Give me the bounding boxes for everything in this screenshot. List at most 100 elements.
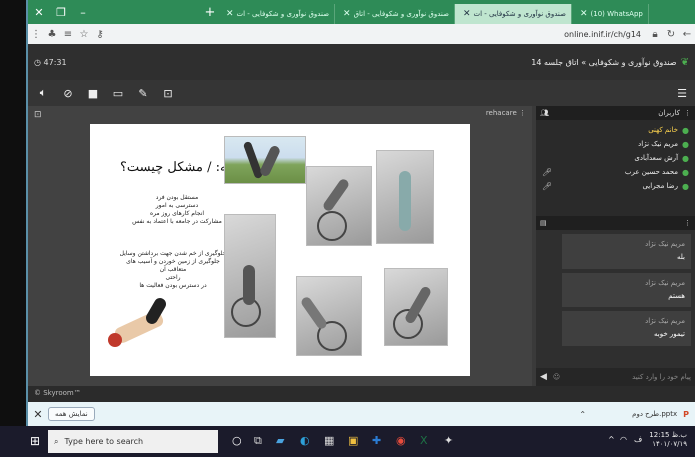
meeting-header: ◷ 47:31 صندوق نوآوری و شکوفایی » اتاق جل… bbox=[28, 44, 695, 80]
tab-1[interactable]: ✕ صندوق نوآوری و شکوفایی - ات bbox=[218, 4, 336, 24]
clock[interactable]: 12:15 ب.ظ ۱۴۰۱/۰۷/۱۹ bbox=[649, 431, 687, 449]
back-icon[interactable]: ← bbox=[679, 29, 695, 40]
chat-icon: ▤ bbox=[540, 219, 547, 227]
send-icon[interactable]: ◀ bbox=[540, 372, 547, 382]
windows-start-icon[interactable]: ⊞ bbox=[30, 434, 40, 448]
tab-2[interactable]: ✕ صندوق نوآوری و شکوفایی - اتاق bbox=[335, 4, 455, 24]
close-tab-icon[interactable]: ✕ bbox=[580, 9, 588, 19]
chat-sender: مریم نیک نژاد bbox=[645, 240, 685, 248]
bookmark-star-icon[interactable]: ☆ bbox=[76, 29, 92, 40]
kebab-menu-icon[interactable]: ⋮ bbox=[28, 29, 44, 40]
speaker-icon[interactable]: 🔈︎ bbox=[36, 86, 50, 100]
download-item[interactable]: ⌃ طرح دوم.pptx P bbox=[579, 410, 689, 419]
search-icon: ⌕ bbox=[54, 436, 59, 446]
task-view-icon[interactable]: ⧉ bbox=[254, 434, 262, 448]
file-upload-icon[interactable]: ⊡ bbox=[161, 87, 175, 100]
user-row[interactable]: 🎤︎ رضا مجرایی ● bbox=[536, 179, 695, 193]
mic-muted-icon[interactable]: ⊘ bbox=[61, 87, 75, 100]
store-icon[interactable]: ▣ bbox=[348, 434, 358, 447]
tab-3-active[interactable]: ✕ صندوق نوآوری و شکوفایی - ات bbox=[454, 4, 572, 24]
slide: بیان مساله: / مشکل چیست؟ مستقل بودن فرد … bbox=[90, 124, 470, 376]
chat-message: مریم نیک نژاد تیمور خوبه bbox=[562, 311, 691, 346]
wifi-icon[interactable]: ◠ bbox=[620, 435, 627, 444]
chat-input[interactable]: ◀ ☺ پیام خود را وارد کنید bbox=[536, 368, 695, 386]
excel-icon[interactable]: X bbox=[420, 434, 428, 447]
chevron-up-icon[interactable]: ⌃ bbox=[579, 410, 586, 419]
tab-whatsapp[interactable]: ✕ (10) WhatsApp bbox=[572, 4, 649, 24]
fullscreen-icon[interactable]: ⊡ bbox=[34, 110, 42, 120]
minimize-window-icon[interactable]: – bbox=[72, 6, 94, 19]
user-name: محمد حسین عرب bbox=[624, 168, 679, 176]
restore-window-icon[interactable]: ❐ bbox=[50, 6, 72, 19]
tab-label: (10) WhatsApp bbox=[590, 10, 643, 18]
photo-wheelchair-reaching bbox=[306, 166, 372, 246]
windows-taskbar: ⊞ ⌕ Type here to search ○ ⧉ ▰ ◐ ▦ ▣ ✚ ◉ … bbox=[0, 426, 695, 457]
key-icon[interactable]: ⚷ bbox=[92, 29, 108, 40]
close-tab-icon[interactable]: ✕ bbox=[226, 9, 234, 19]
users-panel-title: کاربران bbox=[658, 109, 680, 117]
close-tab-icon[interactable]: ✕ bbox=[343, 9, 351, 19]
reload-icon[interactable]: ↻ bbox=[663, 29, 679, 40]
user-icon: ● bbox=[682, 167, 689, 177]
lock-icon: 🔒︎ bbox=[652, 28, 658, 40]
bullet: دسترسی به امور bbox=[155, 202, 199, 210]
bullet: جلوگیری از خم شدن جهت برداشتن وسایل bbox=[119, 250, 227, 257]
close-tab-icon[interactable]: ✕ bbox=[463, 9, 471, 19]
clock-date: ۱۴۰۱/۰۷/۱۹ bbox=[652, 440, 687, 449]
tab-label: صندوق نوآوری و شکوفایی - اتاق bbox=[353, 10, 449, 18]
show-all-button[interactable]: نمایش همه bbox=[48, 407, 95, 421]
chrome-icon[interactable]: ◉ bbox=[396, 434, 406, 447]
user-row[interactable]: مریم نیک نژاد ● bbox=[536, 137, 695, 151]
close-window-icon[interactable]: ✕ bbox=[28, 6, 50, 19]
figure-shape bbox=[258, 144, 282, 178]
app-icon[interactable]: ✦ bbox=[444, 434, 453, 447]
photo-reaching-outdoors bbox=[224, 136, 306, 184]
photo-wheelchair-lean bbox=[296, 276, 362, 356]
pen-icon[interactable]: ✎ bbox=[136, 87, 150, 100]
taskbar-search[interactable]: ⌕ Type here to search bbox=[48, 430, 218, 453]
chat-sender: مریم نیک نژاد bbox=[645, 278, 685, 287]
hamburger-menu-icon[interactable]: ☰ bbox=[675, 87, 689, 100]
new-tab-button[interactable]: + bbox=[202, 5, 218, 20]
camera-icon[interactable]: ■ bbox=[86, 87, 100, 100]
user-name: آرش سعدآبادی bbox=[634, 154, 679, 162]
url-field[interactable]: online.inif.ir/ch/g14 bbox=[564, 30, 641, 39]
bullet: راحتی bbox=[165, 274, 181, 282]
user-list: خانم کهنی ● مریم نیک نژاد ● آرش سعدآبادی ● … bbox=[536, 120, 695, 215]
screen-share-icon[interactable]: ▭ bbox=[111, 87, 125, 100]
photo-standing-reaching bbox=[376, 150, 434, 244]
edge-icon[interactable]: ◐ bbox=[300, 434, 310, 447]
emoji-icon[interactable]: ☺ bbox=[553, 373, 560, 381]
file-explorer-icon[interactable]: ▰ bbox=[276, 434, 284, 447]
left-window-edge bbox=[0, 0, 28, 426]
bullet: جلوگیری از زمین خوردن و آسیب های متعاقب … bbox=[126, 258, 220, 274]
reading-list-icon[interactable]: ≡ bbox=[60, 29, 76, 40]
tray-chevron-icon[interactable]: ^ bbox=[608, 435, 615, 444]
user-name: مریم نیک نژاد bbox=[638, 140, 679, 148]
user-row[interactable]: آرش سعدآبادی ● bbox=[536, 151, 695, 165]
search-placeholder: Type here to search bbox=[64, 437, 144, 446]
chat-text: هستم bbox=[668, 291, 685, 300]
user-icon: ● bbox=[682, 153, 689, 163]
app-icon[interactable]: ✚ bbox=[372, 434, 381, 447]
user-name: رضا مجرایی bbox=[642, 182, 679, 190]
figure-shape bbox=[321, 177, 351, 213]
user-name: خانم کهنی bbox=[648, 126, 679, 134]
figure-shape bbox=[299, 295, 329, 331]
user-row[interactable]: 🎤︎ محمد حسین عرب ● bbox=[536, 165, 695, 179]
chat-message: مریم نیک نژاد هستم bbox=[562, 272, 691, 308]
timer-value: 47:31 bbox=[43, 57, 67, 67]
kebab-menu-icon[interactable]: ⋮ bbox=[684, 219, 691, 227]
user-icon: ● bbox=[682, 139, 689, 149]
calculator-icon[interactable]: ▦ bbox=[324, 434, 334, 447]
language-icon[interactable]: ف bbox=[634, 435, 642, 444]
extension-icon[interactable]: ♣ bbox=[44, 29, 60, 40]
tab-label: صندوق نوآوری و شکوفایی - ات bbox=[236, 10, 330, 18]
chat-placeholder: پیام خود را وارد کنید bbox=[632, 373, 691, 381]
chat-panel: ▤ ⋮ مریم نیک نژاد بله مریم نیک نژاد هستم م… bbox=[536, 216, 695, 386]
close-downloads-icon[interactable]: ✕ bbox=[28, 408, 48, 421]
user-row[interactable]: خانم کهنی ● bbox=[536, 123, 695, 137]
bullet: مستقل بودن فرد bbox=[155, 194, 199, 201]
kebab-menu-icon[interactable]: ⋮ bbox=[684, 109, 691, 117]
cortana-icon[interactable]: ○ bbox=[232, 434, 242, 447]
